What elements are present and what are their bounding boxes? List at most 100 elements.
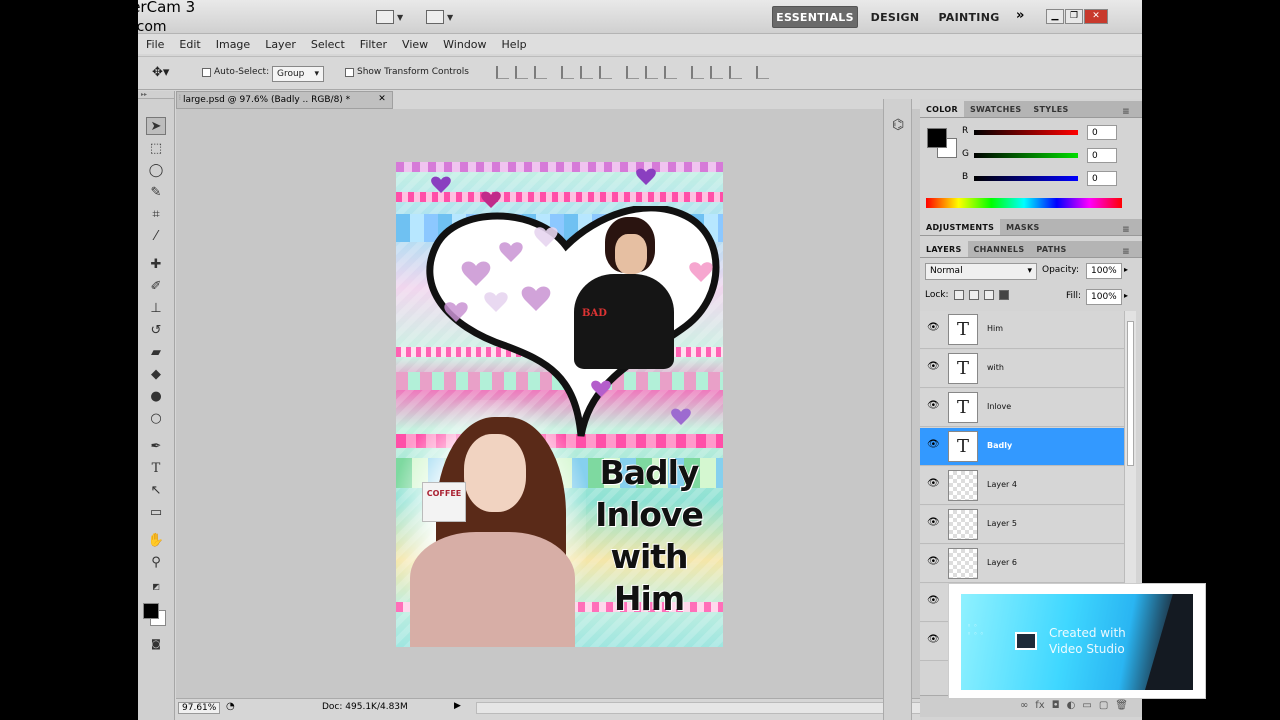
visibility-eye-icon[interactable]: 👁 (927, 361, 940, 373)
visibility-eye-icon[interactable]: 👁 (927, 634, 940, 646)
quick-mask-icon[interactable]: ◙ (146, 635, 166, 653)
delete-layer-icon[interactable]: 🗑 (1115, 700, 1128, 717)
crop-tool-icon[interactable]: ⌗ (146, 205, 166, 223)
blur-tool-icon[interactable]: ● (146, 387, 166, 405)
menu-file[interactable]: File (146, 38, 164, 51)
menu-select[interactable]: Select (311, 38, 345, 51)
history-panel-icon[interactable]: ⌬ (892, 117, 904, 133)
paint-bucket-tool-icon[interactable]: ◆ (146, 365, 166, 383)
close-document-icon[interactable]: ✕ (376, 94, 388, 106)
layers-scroll-thumb[interactable] (1127, 321, 1134, 466)
eraser-tool-icon[interactable]: ▰ (146, 343, 166, 361)
opacity-input[interactable]: 100% (1086, 263, 1122, 279)
foreground-color-swatch[interactable] (143, 603, 159, 619)
layer-row[interactable]: 👁 T Inlove (920, 389, 1124, 427)
layer-row[interactable]: 👁 T Him (920, 311, 1124, 349)
red-slider[interactable] (974, 130, 1078, 135)
add-mask-icon[interactable]: ◘ (1052, 700, 1060, 717)
pen-tool-icon[interactable]: ✒ (146, 437, 166, 455)
type-tool-icon[interactable]: T (146, 459, 166, 477)
lock-transparency-icon[interactable] (953, 290, 964, 300)
path-select-tool-icon[interactable]: ↖ (146, 481, 166, 499)
arrange-documents-button[interactable]: ▼ (376, 8, 403, 26)
tab-channels[interactable]: CHANNELS (968, 241, 1031, 257)
color-foreground-swatch[interactable] (927, 128, 947, 148)
hand-tool-icon[interactable]: ✋ (146, 531, 166, 549)
workspace-essentials[interactable]: ESSENTIALS (772, 6, 858, 28)
panel-menu-icon[interactable]: ≡ (1116, 221, 1136, 239)
workspace-painting[interactable]: PAINTING (934, 6, 1004, 28)
menu-help[interactable]: Help (502, 38, 527, 51)
distribute-vcenter-icon[interactable] (645, 66, 658, 79)
restore-icon[interactable]: ❐ (1065, 9, 1083, 24)
workspace-design[interactable]: DESIGN (868, 6, 922, 28)
zoom-tool-icon[interactable]: ⚲ (146, 553, 166, 571)
zoom-level[interactable]: 97.61% (178, 702, 221, 714)
move-tool-icon[interactable]: ➤ (146, 117, 166, 135)
tab-masks[interactable]: MASKS (1000, 219, 1045, 235)
tab-layers[interactable]: LAYERS (920, 241, 968, 257)
opacity-arrow-icon[interactable]: ▸ (1124, 265, 1128, 274)
distribute-top-icon[interactable] (626, 66, 639, 79)
minimize-icon[interactable]: ▁ (1046, 9, 1064, 24)
align-bottom-icon[interactable] (534, 66, 547, 79)
layer-style-icon[interactable]: fx (1035, 700, 1044, 717)
new-group-icon[interactable]: ▭ (1082, 700, 1091, 717)
document-tab[interactable]: ⋮ large.psd @ 97.6% (Badly .. RGB/8) * ✕ (176, 91, 393, 109)
dodge-tool-icon[interactable]: ○ (146, 409, 166, 427)
screen-mode-button[interactable]: ▼ (426, 8, 453, 26)
layer-row[interactable]: 👁 Layer 4 (920, 467, 1124, 505)
fill-arrow-icon[interactable]: ▸ (1124, 291, 1128, 300)
fill-input[interactable]: 100% (1086, 289, 1122, 305)
layer-name[interactable]: Badly (987, 441, 1012, 450)
close-icon[interactable]: ✕ (1084, 9, 1108, 24)
menu-window[interactable]: Window (443, 38, 486, 51)
adjustment-layer-icon[interactable]: ◐ (1067, 700, 1076, 717)
lock-position-icon[interactable] (983, 290, 994, 300)
visibility-eye-icon[interactable]: 👁 (927, 478, 940, 490)
quick-select-tool-icon[interactable]: ✎ (146, 183, 166, 201)
auto-select-dropdown[interactable]: Group ▾ (272, 66, 324, 82)
layer-name[interactable]: Inlove (987, 402, 1011, 411)
history-brush-tool-icon[interactable]: ↺ (146, 321, 166, 339)
menu-edit[interactable]: Edit (179, 38, 200, 51)
layer-row[interactable]: 👁 Twith (920, 350, 1124, 388)
tab-color[interactable]: COLOR (920, 101, 964, 117)
menu-view[interactable]: View (402, 38, 428, 51)
layer-name[interactable]: Him (987, 324, 1003, 333)
layer-row[interactable]: 👁 Layer 5 (920, 506, 1124, 544)
layer-row[interactable]: 👁 T Badly (920, 428, 1124, 466)
move-tool-preset-icon[interactable]: ✥▾ (152, 65, 169, 80)
tab-styles[interactable]: STYLES (1027, 101, 1074, 117)
align-left-icon[interactable] (561, 66, 574, 79)
visibility-eye-icon[interactable]: 👁 (927, 439, 940, 451)
link-layers-icon[interactable]: ∞ (1020, 700, 1028, 717)
visibility-eye-icon[interactable]: 👁 (927, 556, 940, 568)
more-workspaces-button[interactable]: » (1016, 8, 1024, 23)
show-transform-checkbox[interactable]: Show Transform Controls (345, 67, 469, 77)
layer-name[interactable]: Layer 6 (987, 558, 1017, 567)
visibility-eye-icon[interactable]: 👁 (927, 400, 940, 412)
visibility-eye-icon[interactable]: 👁 (927, 595, 940, 607)
layer-name[interactable]: Layer 4 (987, 480, 1017, 489)
healing-brush-tool-icon[interactable]: ✚ (146, 255, 166, 273)
align-top-icon[interactable] (496, 66, 509, 79)
blue-slider[interactable] (974, 176, 1078, 181)
blend-mode-dropdown[interactable]: Normal ▾ (925, 263, 1037, 280)
document-canvas[interactable]: BAD COFFEE Badly Inlove with Him (396, 162, 723, 647)
auto-select-checkbox[interactable]: Auto-Select: (202, 67, 269, 77)
blue-value-input[interactable]: 0 (1087, 171, 1117, 186)
align-right-icon[interactable] (599, 66, 612, 79)
clone-stamp-tool-icon[interactable]: ⊥ (146, 299, 166, 317)
lasso-tool-icon[interactable]: ◯ (146, 161, 166, 179)
tab-paths[interactable]: PATHS (1030, 241, 1072, 257)
distribute-left-icon[interactable] (691, 66, 704, 79)
menu-filter[interactable]: Filter (360, 38, 387, 51)
tab-swatches[interactable]: SWATCHES (964, 101, 1027, 117)
lock-all-icon[interactable] (998, 290, 1009, 300)
distribute-hcenter-icon[interactable] (710, 66, 723, 79)
layer-row[interactable]: 👁 Layer 6 (920, 545, 1124, 583)
green-value-input[interactable]: 0 (1087, 148, 1117, 163)
layer-name[interactable]: Layer 5 (987, 519, 1017, 528)
eyedropper-tool-icon[interactable]: ⁄ (146, 227, 166, 245)
